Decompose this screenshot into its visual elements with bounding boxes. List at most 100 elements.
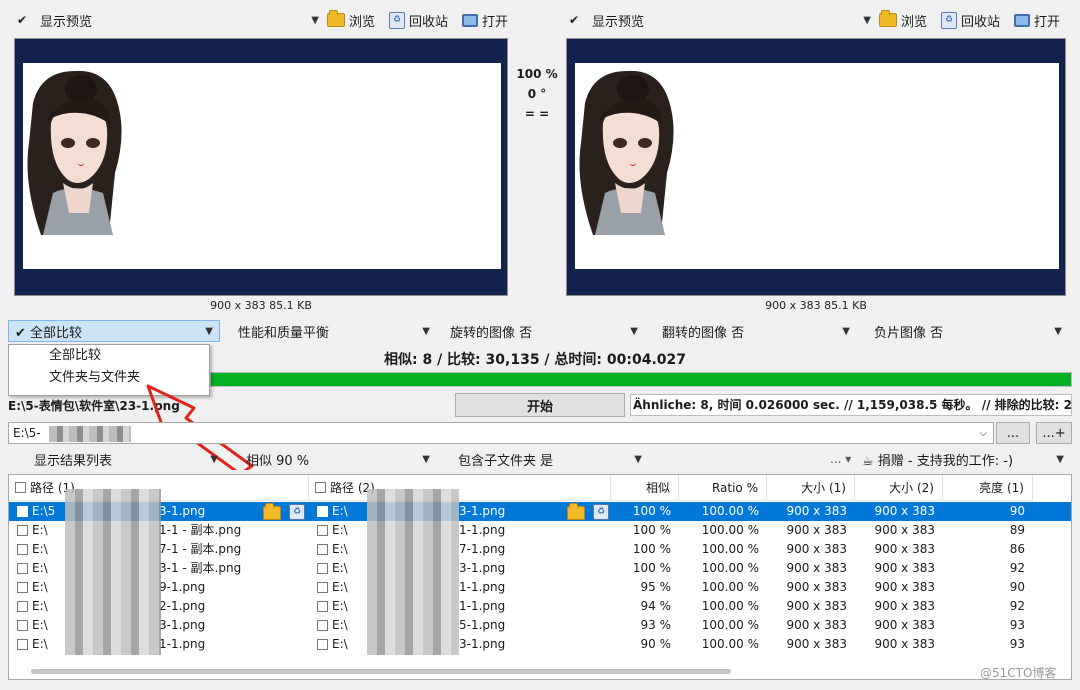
- include-subfolders-dropdown[interactable]: 包含子文件夹 是 ▼: [452, 448, 648, 470]
- row-checkbox-right[interactable]: [317, 620, 328, 631]
- donate-button[interactable]: ☕ 捐赠 - 支持我的工作: -) ▼: [856, 448, 1070, 470]
- row-checkbox-right[interactable]: [317, 563, 328, 574]
- row-checkbox-left[interactable]: [17, 582, 28, 593]
- recycle-bin-icon: ♻: [388, 11, 405, 29]
- right-mode-label[interactable]: 显示预览: [592, 11, 644, 30]
- left-open-button[interactable]: 打开: [461, 11, 508, 30]
- column-header-similarity[interactable]: 相似: [611, 475, 679, 501]
- folder-icon[interactable]: [263, 503, 281, 520]
- row-checkbox-right[interactable]: [317, 639, 328, 650]
- cell-ratio: 100.00 %: [701, 523, 759, 537]
- flipped-images-dropdown[interactable]: 翻转的图像 否 ▼: [656, 320, 856, 342]
- table-row[interactable]: E:\ 3-1.png E:\ 5-1.png 93 % 100.00 % 900 x 38…: [9, 616, 1071, 635]
- row-checkbox-left[interactable]: [17, 563, 28, 574]
- table-row[interactable]: E:\5 3-1.png E:\ 3-1.png 100 % 100.00 % 900 x …: [9, 502, 1071, 521]
- recycle-bin-icon[interactable]: ♻: [289, 504, 305, 520]
- blurred-path: [49, 426, 131, 442]
- select-all-checkbox[interactable]: [315, 482, 326, 493]
- table-row[interactable]: E:\ 9-1.png E:\ 1-1.png 95 % 100.00 % 900 x 38…: [9, 578, 1071, 597]
- path-filename: 1-1.png: [159, 637, 206, 651]
- chevron-down-icon[interactable]: ▼: [311, 15, 319, 26]
- cell-size2: 900 x 383: [874, 599, 935, 613]
- table-row[interactable]: E:\ 3-1 - 副本.png E:\ 3-1.png 100 % 100.00 % 90…: [9, 559, 1071, 578]
- start-button[interactable]: 开始: [455, 393, 625, 417]
- check-icon: ✔: [15, 325, 31, 341]
- negative-images-dropdown[interactable]: 负片图像 否 ▼: [868, 320, 1068, 342]
- add-path-button[interactable]: ...+: [1036, 422, 1072, 444]
- select-all-checkbox[interactable]: [15, 482, 26, 493]
- cell-size2: 900 x 383: [874, 637, 935, 651]
- table-row[interactable]: E:\ 1-1.png E:\ 3-1.png 90 % 100.00 % 900 x 38…: [9, 635, 1071, 654]
- table-row[interactable]: E:\ 1-1 - 副本.png E:\ 1-1.png 100 % 100.00 % 90…: [9, 521, 1071, 540]
- right-open-button[interactable]: 打开: [1013, 11, 1060, 30]
- chevron-down-icon: ▼: [634, 453, 642, 465]
- cell-similarity: 93 %: [640, 618, 672, 632]
- column-header-path2[interactable]: 路径 (2): [309, 475, 611, 501]
- left-recycle-button[interactable]: ♻ 回收站: [388, 11, 448, 30]
- row-checkbox-right[interactable]: [317, 525, 328, 536]
- path-filename: 1-1.png: [459, 580, 506, 594]
- right-preview-panel[interactable]: [566, 38, 1066, 296]
- folder-icon[interactable]: [567, 503, 585, 520]
- compare-mode-dropdown[interactable]: ✔ 全部比较 ▼: [8, 320, 220, 342]
- blurred-paths-right: [367, 489, 459, 655]
- row-checkbox-right[interactable]: [317, 582, 328, 593]
- cell-path2: E:\ 1-1.png: [313, 597, 611, 616]
- path-filename: 1-1.png: [459, 523, 506, 537]
- left-browse-button[interactable]: 浏览: [326, 10, 375, 30]
- right-recycle-button[interactable]: ♻ 回收站: [940, 11, 1000, 30]
- row-checkbox-right[interactable]: [317, 506, 328, 517]
- row-checkbox-left[interactable]: [17, 506, 28, 517]
- table-row[interactable]: E:\ 7-1 - 副本.png E:\ 7-1.png 100 % 100.00 % 90…: [9, 540, 1071, 559]
- cell-size2: 900 x 383: [874, 580, 935, 594]
- more-options[interactable]: ... ▾: [830, 452, 851, 466]
- rotation-angle: 0 °: [527, 87, 547, 101]
- chevron-down-icon: ▼: [205, 325, 213, 337]
- result-view-dropdown[interactable]: 显示结果列表 ▼: [28, 448, 224, 470]
- path-filename: 9-1.png: [159, 580, 206, 594]
- folder-icon: [326, 10, 345, 27]
- cell-size2: 900 x 383: [874, 618, 935, 632]
- left-mode-label[interactable]: 显示预览: [40, 11, 92, 30]
- performance-dropdown[interactable]: 性能和质量平衡 ▼: [232, 320, 436, 342]
- menu-item-compare-all[interactable]: 全部比较: [9, 345, 209, 367]
- chevron-down-icon: ▼: [1054, 325, 1062, 337]
- monitor-icon: [461, 13, 478, 27]
- table-row[interactable]: E:\ 2-1.png E:\ 1-1.png 94 % 100.00 % 900 x 38…: [9, 597, 1071, 616]
- cell-similarity: 100 %: [632, 561, 671, 575]
- browse-path-button[interactable]: ...: [996, 422, 1030, 444]
- row-checkbox-left[interactable]: [17, 544, 28, 555]
- path-prefix: E:\: [32, 542, 48, 556]
- row-checkbox-left[interactable]: [17, 620, 28, 631]
- column-header-size2[interactable]: 大小 (2): [855, 475, 943, 501]
- path-prefix: E:\: [332, 504, 348, 518]
- cell-size1: 900 x 383: [786, 504, 847, 518]
- chevron-down-icon: ▼: [210, 453, 218, 465]
- left-preview-panel[interactable]: [14, 38, 508, 296]
- path-prefix: E:\: [32, 637, 48, 651]
- path-prefix: E:\: [332, 637, 348, 651]
- rotated-images-dropdown[interactable]: 旋转的图像 否 ▼: [444, 320, 644, 342]
- column-header-ratio[interactable]: Ratio %: [679, 475, 767, 501]
- row-checkbox-right[interactable]: [317, 601, 328, 612]
- cell-brightness1: 90: [1009, 504, 1025, 518]
- column-header-brightness1[interactable]: 亮度 (1): [943, 475, 1033, 501]
- row-checkbox-left[interactable]: [17, 525, 28, 536]
- column-header-size1[interactable]: 大小 (1): [767, 475, 855, 501]
- path-filename: 1-1 - 副本.png: [159, 523, 242, 537]
- check-icon: ✔: [16, 13, 28, 27]
- similarity-threshold-dropdown[interactable]: 相似 90 % ▼: [240, 448, 436, 470]
- right-browse-button[interactable]: 浏览: [878, 10, 927, 30]
- chevron-down-icon[interactable]: ▼: [863, 15, 871, 26]
- row-checkbox-right[interactable]: [317, 544, 328, 555]
- row-checkbox-left[interactable]: [17, 601, 28, 612]
- equal-indicator: = =: [524, 107, 550, 121]
- cell-path2: E:\ 5-1.png: [313, 616, 611, 635]
- folder-path-input[interactable]: E:\5- ⌵: [8, 422, 994, 444]
- row-checkbox-left[interactable]: [17, 639, 28, 650]
- horizontal-scrollbar[interactable]: [31, 669, 731, 674]
- chevron-down-icon[interactable]: ⌵: [979, 428, 987, 439]
- recycle-bin-icon[interactable]: ♻: [593, 504, 609, 520]
- results-table[interactable]: 路径 (1) 路径 (2) 相似 Ratio % 大小 (1) 大小 (2) 亮…: [8, 474, 1072, 680]
- cell-size2: 900 x 383: [874, 542, 935, 556]
